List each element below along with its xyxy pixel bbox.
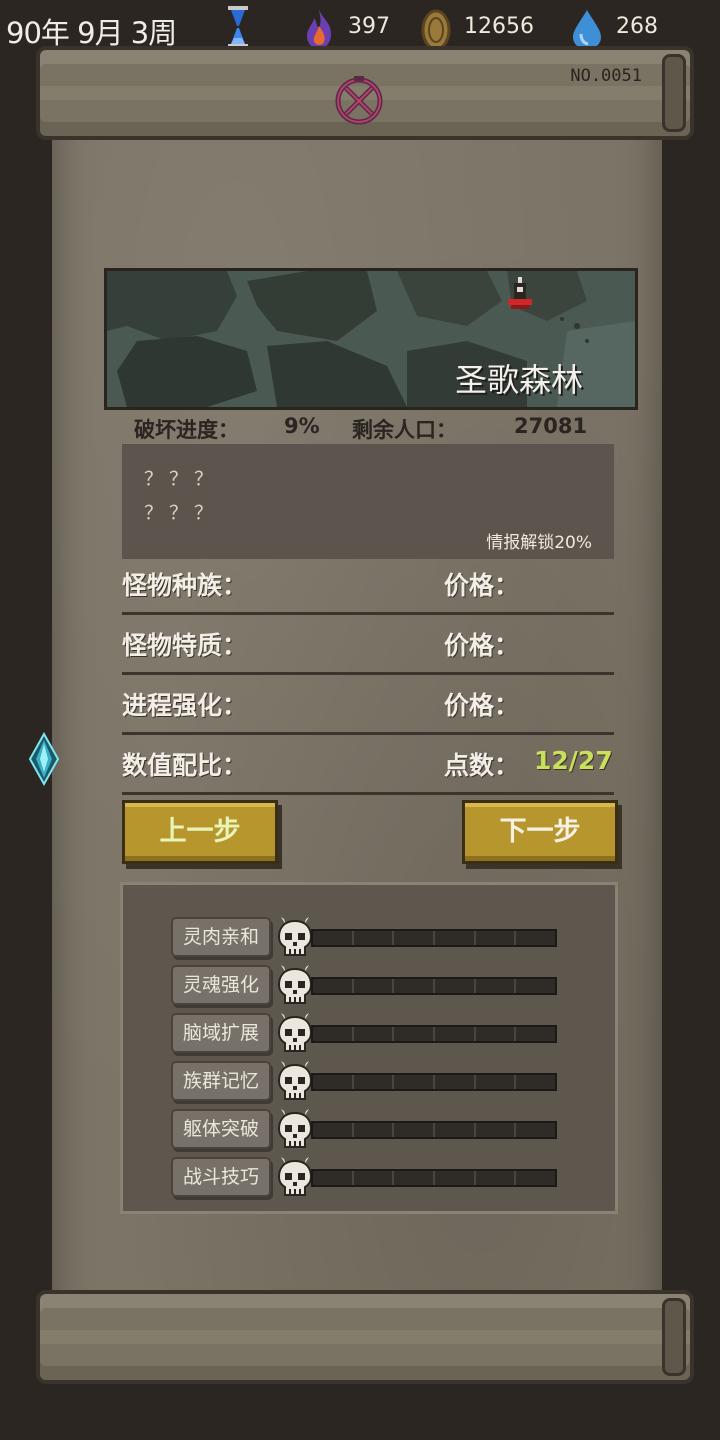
scroll-bottom-cap — [662, 1298, 686, 1376]
progress-boost-row[interactable]: 进程强化： 价格： — [122, 676, 614, 735]
previous-step-button[interactable]: 上一步 — [122, 800, 278, 864]
points-label: 点数： — [444, 751, 520, 780]
region-map[interactable]: 圣歌森林 — [104, 268, 638, 410]
attribute-bar[interactable] — [311, 929, 557, 947]
progress-boost-price-label: 价格： — [444, 691, 520, 720]
population-value: 27081 — [514, 414, 588, 438]
attribute-label: 战斗技巧 — [171, 1157, 271, 1197]
monster-trait-price-label: 价格： — [444, 631, 520, 660]
points-value: 12/27 — [534, 746, 613, 775]
attribute-label: 灵肉亲和 — [171, 917, 271, 957]
scroll-top-cap — [662, 54, 686, 132]
next-step-button[interactable]: 下一步 — [462, 800, 618, 864]
skull-icon — [277, 1155, 313, 1199]
attribute-panel: 灵肉亲和 灵魂强化 脑域扩展 族群记忆 躯体突破 战斗技巧 — [120, 882, 618, 1214]
population-label: 剩余人口： — [352, 418, 457, 442]
intel-line-1: ？？？ — [144, 468, 220, 490]
stat-ratio-label: 数值配比： — [122, 751, 248, 780]
destruction-label: 破坏进度： — [134, 418, 239, 442]
coin-count: 12656 — [464, 14, 534, 39]
attribute-label: 躯体突破 — [171, 1109, 271, 1149]
attribute-label: 族群记忆 — [171, 1061, 271, 1101]
attribute-label: 灵魂强化 — [171, 965, 271, 1005]
serial-number: NO.0051 — [570, 66, 642, 86]
skull-icon — [277, 1011, 313, 1055]
monster-trait-row[interactable]: 怪物特质： 价格： — [122, 616, 614, 675]
skull-icon — [277, 963, 313, 1007]
water-count: 268 — [616, 14, 658, 39]
attribute-bar[interactable] — [311, 977, 557, 995]
attribute-bar[interactable] — [311, 1121, 557, 1139]
sigil-icon — [335, 76, 383, 125]
intel-unlock-progress: 情报解锁20% — [486, 533, 592, 553]
skull-icon — [277, 1059, 313, 1103]
monster-race-row[interactable]: 怪物种族： 价格： — [122, 556, 614, 615]
hourglass-icon — [228, 6, 248, 48]
attribute-bar[interactable] — [311, 1025, 557, 1043]
intel-line-2: ？？？ — [144, 502, 220, 524]
monster-race-label: 怪物种族： — [122, 571, 248, 600]
attribute-bar[interactable] — [311, 1073, 557, 1091]
side-crystal-icon[interactable] — [28, 732, 60, 786]
water-drop-icon — [573, 10, 601, 49]
progress-boost-label: 进程强化： — [122, 691, 248, 720]
scroll-bottom-roll — [36, 1290, 694, 1384]
attribute-bar[interactable] — [311, 1169, 557, 1187]
destruction-value: 9% — [284, 414, 320, 438]
intel-panel: ？？？ ？？？ 情报解锁20% — [122, 444, 614, 559]
stat-ratio-row[interactable]: 数值配比： 点数： 12/27 — [122, 736, 614, 795]
skull-icon — [277, 1107, 313, 1151]
skull-icon — [277, 915, 313, 959]
fire-count: 397 — [348, 14, 390, 39]
monster-trait-label: 怪物特质： — [122, 631, 248, 660]
fire-icon — [307, 10, 332, 49]
tower-marker-icon — [508, 277, 532, 309]
attribute-label: 脑域扩展 — [171, 1013, 271, 1053]
region-name: 圣歌森林 — [454, 361, 583, 399]
monster-race-price-label: 价格： — [444, 571, 520, 600]
